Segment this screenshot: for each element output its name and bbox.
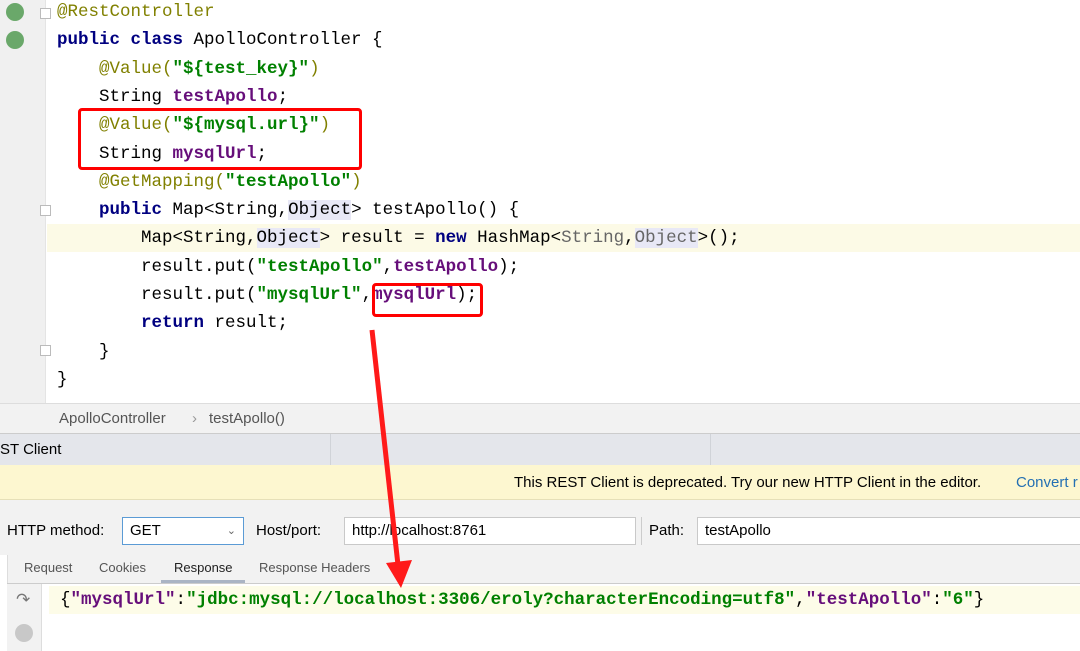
annotation-arrow	[369, 329, 412, 588]
arrow-head	[386, 560, 412, 588]
arrow-shaft	[369, 329, 401, 566]
